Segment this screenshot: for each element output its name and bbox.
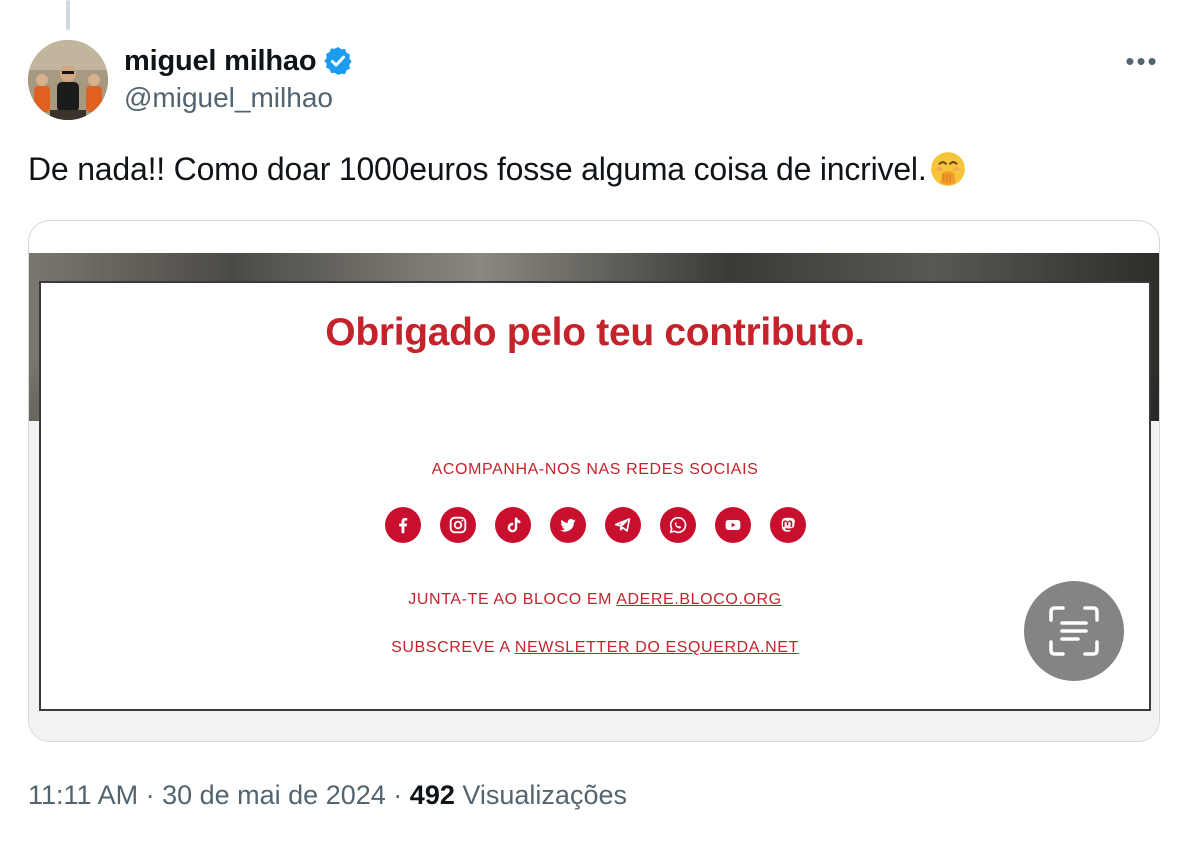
tweet-text: De nada!! Como doar 1000euros fosse algu… [28,150,967,188]
verified-badge-icon[interactable] [322,45,354,77]
social-caption: ACOMPANHA-NOS NAS REDES SOCIAIS [431,461,759,478]
newsletter-link[interactable]: NEWSLETTER DO ESQUERDA.NET [515,639,799,656]
join-prefix: JUNTA-TE AO BLOCO EM [408,591,613,608]
tweet-time[interactable]: 11:11 AM [28,780,138,810]
tiktok-icon[interactable] [494,507,531,543]
twitter-icon[interactable] [549,507,586,543]
author-display-name[interactable]: miguel milhao [124,45,317,78]
join-line: JUNTA-TE AO BLOCO EM ADERE.BLOCO.ORG [41,591,1149,609]
youtube-icon[interactable] [714,507,751,543]
meta-separator: · [393,780,410,810]
thread-connector-line [66,0,70,30]
social-icons-row [41,507,1149,543]
face-with-hand-over-mouth-icon [930,152,965,186]
join-link[interactable]: ADERE.BLOCO.ORG [616,591,781,608]
author-handle[interactable]: @miguel_milhao [124,82,354,114]
tweet-author: miguel milhao @miguel_milhao [124,42,354,114]
views-count: 492 [409,780,455,810]
tweet-meta: 11:11 AM · 30 de mai de 2024 · 492 Visua… [28,780,627,811]
meta-separator: · [145,780,163,810]
newsletter-prefix: SUBSCREVE A [391,639,510,656]
avatar-photo [28,40,108,120]
text-scan-button[interactable] [1024,581,1124,681]
telegram-icon[interactable] [604,507,641,543]
newsletter-line: SUBSCREVE A NEWSLETTER DO ESQUERDA.NET [41,639,1149,657]
facebook-icon[interactable] [384,507,421,543]
thank-you-title: Obrigado pelo teu contributo. [325,311,865,354]
thank-you-panel: Obrigado pelo teu contributo. ACOMPANHA-… [39,281,1151,711]
author-name-row: miguel milhao [124,42,354,80]
tweet-text-content: De nada!! Como doar 1000euros fosse algu… [28,150,927,187]
whatsapp-icon[interactable] [659,507,696,543]
text-scan-icon [1049,606,1099,656]
tweet-date[interactable]: 30 de mai de 2024 [162,780,386,810]
avatar[interactable] [28,40,108,120]
media-image-card[interactable]: Obrigado pelo teu contributo. ACOMPANHA-… [28,220,1160,742]
instagram-icon[interactable] [439,507,476,543]
views-label: Visualizações [462,780,627,810]
more-options-icon[interactable]: ••• [1122,46,1162,76]
mastodon-icon[interactable] [769,507,806,543]
